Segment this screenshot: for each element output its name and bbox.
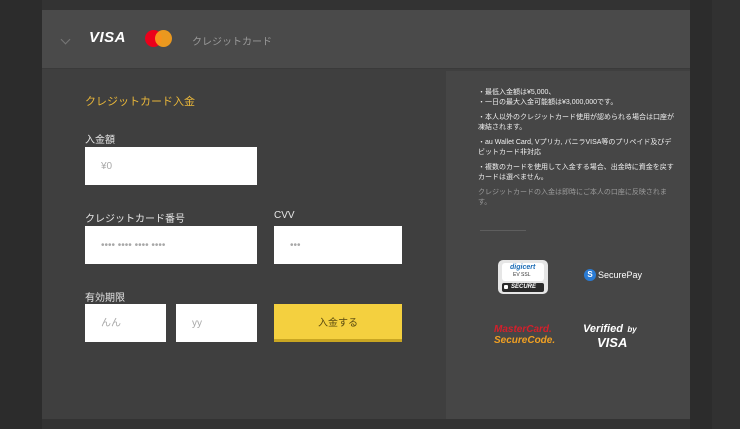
mastercard-orange-circle (155, 30, 172, 47)
right-edge (712, 0, 740, 429)
payment-method-header[interactable]: VISA クレジットカード (42, 10, 690, 69)
note-item-muted: クレジットカードの入金は即時にご本人の口座に反映されます。 (478, 189, 667, 206)
left-gutter (0, 0, 42, 429)
verified-by-visa-badge: Verified by VISA (583, 323, 637, 350)
digicert-secure-text: SECURE (511, 284, 537, 290)
note-item: ・au Wallet Card, Vプリカ, バニラVISA等のプリペイド及びデ… (478, 139, 672, 156)
digicert-ev-text: EV SSL (513, 272, 531, 278)
card-number-input[interactable] (85, 226, 257, 264)
cvv-label: CVV (274, 210, 295, 221)
deposit-form: クレジットカード入金 入金額 クレジットカード番号 CVV 有効期限 入金する (42, 69, 442, 419)
info-panel: ・最低入金額は¥5,000、 ・一日の最大入金可能額は¥3,000,000です。… (446, 71, 690, 419)
securepay-text: SecurePay (598, 270, 643, 280)
amount-label: 入金額 (85, 135, 115, 146)
note-item: ・本人以外のクレジットカード使用が認められる場合は口座が凍結されます。 (478, 114, 674, 131)
notes-list: ・最低入金額は¥5,000、 ・一日の最大入金可能額は¥3,000,000です。… (478, 88, 678, 213)
securepay-icon: S (584, 269, 596, 281)
note-item: ・最低入金額は¥5,000、 ・一日の最大入金可能額は¥3,000,000です。 (478, 89, 618, 106)
payment-method-label: クレジットカード (192, 37, 272, 48)
deposit-panel: VISA クレジットカード クレジットカード入金 入金額 クレジットカード番号 … (42, 10, 690, 419)
expiry-label: 有効期限 (85, 293, 125, 304)
right-gutter (690, 0, 712, 429)
visa-logo: VISA (89, 29, 127, 46)
deposit-submit-button[interactable]: 入金する (274, 304, 402, 342)
chevron-down-icon[interactable] (60, 34, 71, 45)
expiry-month-input[interactable] (85, 304, 166, 342)
mastercard-logo (145, 30, 175, 48)
digicert-brand-text: digicert (510, 264, 536, 271)
lock-icon (504, 285, 508, 289)
divider (480, 230, 526, 231)
digicert-ev-ssl-badge: digicert EV SSL SECURE (498, 260, 548, 294)
note-item: ・複数のカードを使用して入金する場合、出金時に資金を戻すカードは選べません。 (478, 164, 674, 181)
cvv-input[interactable] (274, 226, 402, 264)
mastercard-securecode-badge: MasterCard. SecureCode. (494, 324, 556, 346)
expiry-year-input[interactable] (176, 304, 257, 342)
form-title: クレジットカード入金 (85, 96, 195, 108)
amount-input[interactable] (85, 147, 257, 185)
card-number-label: クレジットカード番号 (85, 214, 185, 225)
